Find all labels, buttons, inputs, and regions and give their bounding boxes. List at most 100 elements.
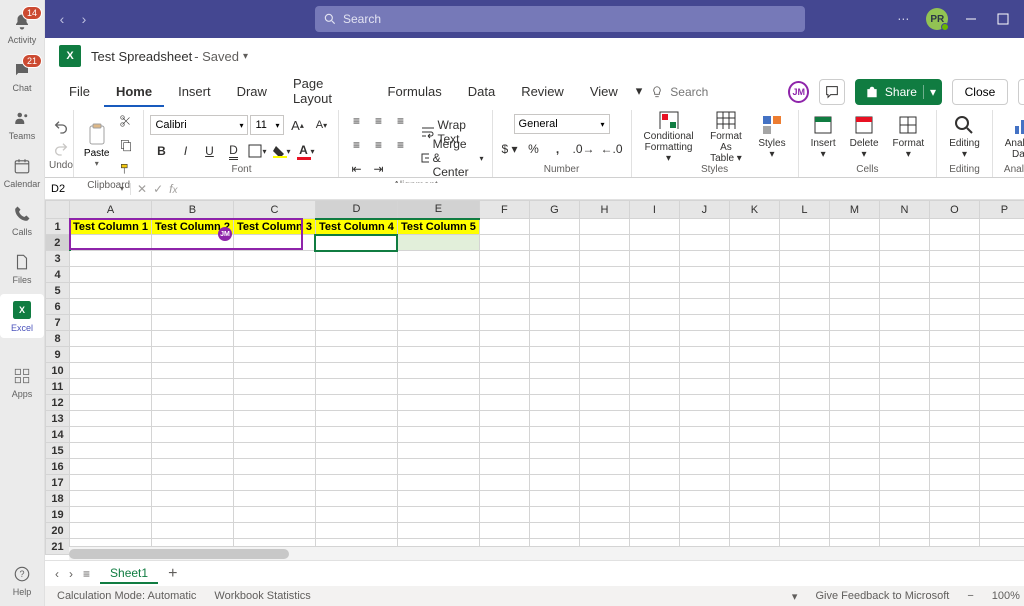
column-header-C[interactable]: C — [233, 201, 315, 219]
cell-A3[interactable] — [70, 251, 152, 267]
cell-K3[interactable] — [729, 251, 779, 267]
cell-F13[interactable] — [479, 411, 529, 427]
column-header-F[interactable]: F — [479, 201, 529, 219]
cell-O16[interactable] — [929, 459, 979, 475]
font-size-select[interactable]: 11▾ — [250, 115, 284, 135]
cell-I18[interactable] — [629, 491, 679, 507]
row-header-15[interactable]: 15 — [46, 443, 70, 459]
cell-A7[interactable] — [70, 315, 152, 331]
cell-P2[interactable] — [979, 235, 1024, 251]
cell-H14[interactable] — [579, 427, 629, 443]
ribbon-tab-home[interactable]: Home — [104, 78, 164, 107]
cell-M8[interactable] — [829, 331, 879, 347]
comma-format-button[interactable]: , — [547, 138, 569, 160]
cell-K10[interactable] — [729, 363, 779, 379]
increase-font-button[interactable]: A▴ — [286, 114, 308, 136]
cell-P8[interactable] — [979, 331, 1024, 347]
cell-M9[interactable] — [829, 347, 879, 363]
cell-H9[interactable] — [579, 347, 629, 363]
cell-M1[interactable] — [829, 219, 879, 235]
cell-C14[interactable] — [233, 427, 315, 443]
select-all-corner[interactable] — [46, 201, 70, 219]
row-header-19[interactable]: 19 — [46, 507, 70, 523]
cell-L9[interactable] — [779, 347, 829, 363]
cell-P4[interactable] — [979, 267, 1024, 283]
cell-I1[interactable] — [629, 219, 679, 235]
cell-F14[interactable] — [479, 427, 529, 443]
cell-D6[interactable] — [315, 299, 397, 315]
cell-J16[interactable] — [679, 459, 729, 475]
row-header-20[interactable]: 20 — [46, 523, 70, 539]
cell-I6[interactable] — [629, 299, 679, 315]
cell-O7[interactable] — [929, 315, 979, 331]
cell-M6[interactable] — [829, 299, 879, 315]
cell-L18[interactable] — [779, 491, 829, 507]
font-color-button[interactable]: A▾ — [295, 140, 317, 162]
format-as-table-button[interactable]: Format As Table ▾ — [702, 110, 751, 164]
cell-H13[interactable] — [579, 411, 629, 427]
cell-D11[interactable] — [315, 379, 397, 395]
row-header-12[interactable]: 12 — [46, 395, 70, 411]
fill-color-button[interactable]: ▾ — [271, 140, 293, 162]
cell-D9[interactable] — [315, 347, 397, 363]
horizontal-scrollbar[interactable] — [69, 546, 1024, 560]
cell-G10[interactable] — [529, 363, 579, 379]
cell-D3[interactable] — [315, 251, 397, 267]
delete-cells-button[interactable]: Delete ▾ — [844, 110, 885, 164]
font-name-select[interactable]: Calibri▾ — [150, 115, 248, 135]
cell-J6[interactable] — [679, 299, 729, 315]
cell-M16[interactable] — [829, 459, 879, 475]
cell-O13[interactable] — [929, 411, 979, 427]
cell-D16[interactable] — [315, 459, 397, 475]
row-header-4[interactable]: 4 — [46, 267, 70, 283]
cell-A15[interactable] — [70, 443, 152, 459]
cell-I7[interactable] — [629, 315, 679, 331]
cell-B11[interactable] — [151, 379, 233, 395]
cell-A12[interactable] — [70, 395, 152, 411]
rail-apps[interactable]: Apps — [0, 360, 44, 404]
editing-button[interactable]: Editing ▾ — [943, 110, 986, 164]
cell-G18[interactable] — [529, 491, 579, 507]
cell-K8[interactable] — [729, 331, 779, 347]
rail-calls[interactable]: Calls — [0, 198, 44, 242]
cell-H20[interactable] — [579, 523, 629, 539]
cell-E16[interactable] — [397, 459, 479, 475]
cell-N13[interactable] — [879, 411, 929, 427]
cell-J20[interactable] — [679, 523, 729, 539]
sheet-tab[interactable]: Sheet1 — [100, 564, 158, 584]
enter-formula-button[interactable]: ✓ — [153, 182, 163, 196]
cell-K17[interactable] — [729, 475, 779, 491]
display-settings-button[interactable]: ▾ — [792, 590, 798, 603]
cell-E8[interactable] — [397, 331, 479, 347]
cell-G4[interactable] — [529, 267, 579, 283]
next-sheet-button[interactable]: › — [69, 567, 73, 581]
cell-L16[interactable] — [779, 459, 829, 475]
cell-O10[interactable] — [929, 363, 979, 379]
decrease-indent-button[interactable]: ⇤ — [345, 158, 367, 180]
cell-A13[interactable] — [70, 411, 152, 427]
cell-I16[interactable] — [629, 459, 679, 475]
cell-O19[interactable] — [929, 507, 979, 523]
cell-I15[interactable] — [629, 443, 679, 459]
cell-A20[interactable] — [70, 523, 152, 539]
cell-K14[interactable] — [729, 427, 779, 443]
ribbon-tab-file[interactable]: File — [57, 78, 102, 107]
cell-C15[interactable] — [233, 443, 315, 459]
cell-O14[interactable] — [929, 427, 979, 443]
percent-format-button[interactable]: % — [523, 138, 545, 160]
cell-G7[interactable] — [529, 315, 579, 331]
bold-button[interactable]: B — [150, 140, 172, 162]
cell-styles-button[interactable]: Styles ▾ — [752, 110, 791, 164]
decrease-font-button[interactable]: A▾ — [310, 114, 332, 136]
cell-P11[interactable] — [979, 379, 1024, 395]
tell-me-input[interactable] — [670, 85, 770, 99]
comments-button[interactable] — [819, 79, 845, 105]
cell-F19[interactable] — [479, 507, 529, 523]
cell-G5[interactable] — [529, 283, 579, 299]
row-header-1[interactable]: 1 — [46, 219, 70, 235]
cell-F9[interactable] — [479, 347, 529, 363]
cell-B8[interactable] — [151, 331, 233, 347]
cell-G12[interactable] — [529, 395, 579, 411]
cell-E14[interactable] — [397, 427, 479, 443]
cell-L6[interactable] — [779, 299, 829, 315]
